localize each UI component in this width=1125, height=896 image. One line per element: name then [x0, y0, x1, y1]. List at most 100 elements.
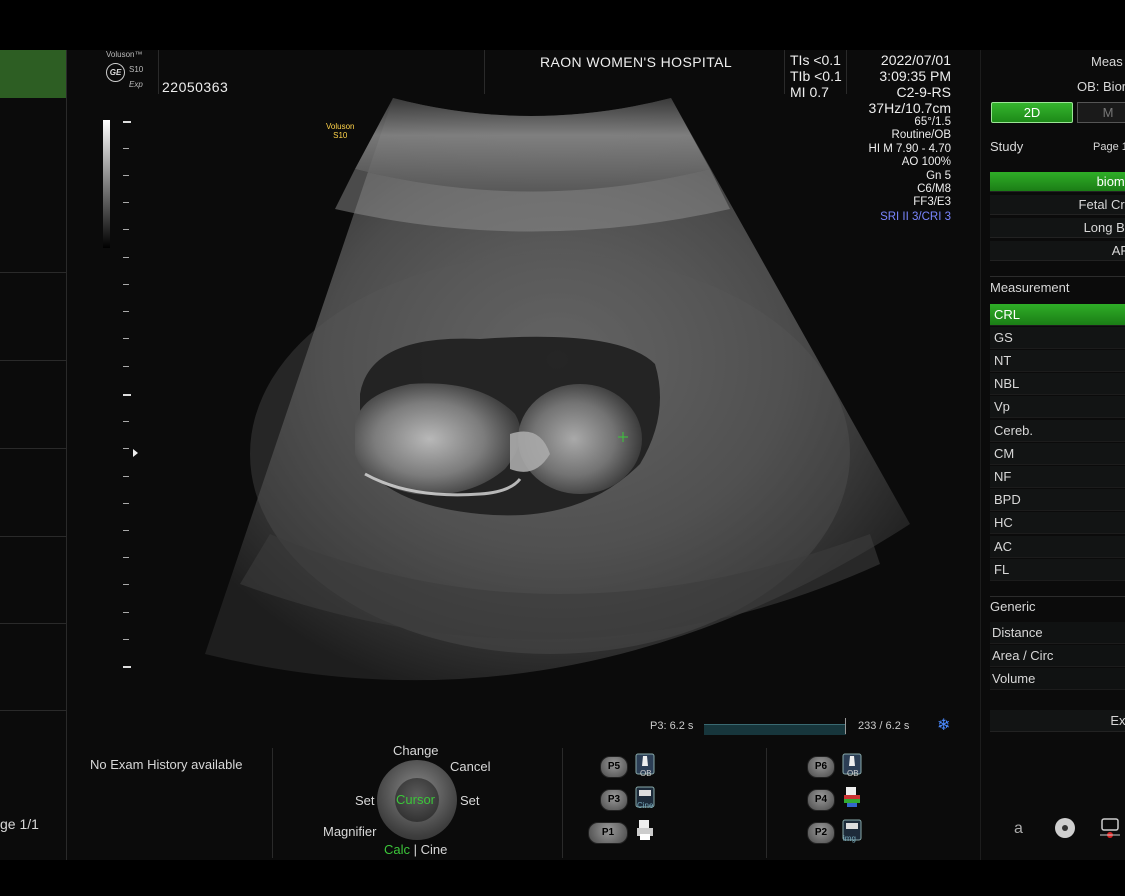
ultrasound-screen: ge 1/1 Voluson™ GE S10 Exp 22050363 RAON… [0, 50, 1125, 860]
measurement-item-fl[interactable]: FL [990, 559, 1125, 581]
depth-tick [123, 229, 129, 230]
logo-exp: Exp [129, 80, 143, 89]
p1-button[interactable]: P1 [588, 822, 628, 844]
panel-subtitle: OB: Bior [1077, 79, 1125, 94]
depth-tick [123, 612, 129, 613]
left-panel-cell[interactable] [0, 448, 66, 535]
trackball-cursor[interactable]: Cursor [396, 792, 435, 807]
network-status-icon[interactable] [1098, 816, 1122, 840]
depth-tick [123, 284, 129, 285]
measurement-item-nt[interactable]: NT [990, 350, 1125, 372]
measurement-item-gs[interactable]: GS [990, 327, 1125, 349]
left-panel-cell[interactable] [0, 623, 66, 710]
cine-progress[interactable] [704, 724, 846, 735]
section-divider [990, 596, 1125, 597]
section-divider [990, 276, 1125, 277]
study-item[interactable]: Long Bo [990, 218, 1125, 238]
depth-tick [123, 584, 129, 585]
depth-tick [123, 448, 129, 449]
left-panel-cell[interactable] [0, 536, 66, 623]
generic-item-area-circ[interactable]: Area / Circ [990, 645, 1125, 667]
measurement-item-hc[interactable]: HC [990, 512, 1125, 534]
measurement-item-crl[interactable]: CRL [990, 304, 1125, 326]
depth-tick [123, 476, 129, 477]
depth-tick [123, 202, 129, 203]
trackball-magnifier[interactable]: Magnifier [323, 824, 376, 839]
left-panel-cell[interactable] [0, 360, 66, 447]
bottom-divider [562, 748, 563, 858]
mode-m-button[interactable]: M [1077, 102, 1125, 123]
depth-tick [123, 338, 129, 339]
trackball-mode: Calc | Cine [384, 842, 447, 857]
depth-tick [123, 257, 129, 258]
freeze-snowflake-icon[interactable]: ❄ [937, 715, 950, 735]
left-panel-cell[interactable] [0, 272, 66, 359]
study-item[interactable]: biome [990, 172, 1125, 192]
ultrasound-image[interactable] [150, 94, 930, 694]
study-item[interactable]: Fetal Cra [990, 195, 1125, 215]
hospital-name: RAON WOMEN'S HOSPITAL [540, 54, 733, 70]
measurement-item-vp[interactable]: Vp [990, 396, 1125, 418]
trackball-change[interactable]: Change [393, 743, 439, 758]
depth-tick [123, 639, 129, 640]
grayscale-bar [103, 120, 110, 248]
left-page-indicator: ge 1/1 [0, 816, 39, 832]
p5-button[interactable]: P5 [600, 756, 628, 778]
depth-tick [123, 121, 131, 123]
generic-item-volume[interactable]: Volume [990, 668, 1125, 690]
left-panel: ge 1/1 [0, 50, 67, 860]
p2-button[interactable]: P2 [807, 822, 835, 844]
trackball-cancel[interactable]: Cancel [450, 759, 490, 774]
logo-brand: Voluson™ [106, 50, 143, 59]
exit-button[interactable]: Exit [990, 710, 1125, 732]
ge-logo-icon: GE [106, 63, 125, 82]
depth-tick [123, 666, 131, 668]
cine-loop-bar[interactable]: P3: 6.2 s 233 / 6.2 s [650, 718, 970, 738]
header-divider [846, 50, 847, 94]
measurement-item-bpd[interactable]: BPD [990, 489, 1125, 511]
bottom-divider [766, 748, 767, 858]
exam-history-status: No Exam History available [90, 757, 243, 772]
trackball-set-left[interactable]: Set [355, 793, 375, 808]
dvd-icon[interactable] [1054, 817, 1076, 839]
depth-tick [123, 530, 129, 531]
generic-item-distance[interactable]: Distance [990, 622, 1125, 644]
voluson-logo: Voluson™ GE S10 Exp [104, 50, 152, 92]
annotation-icon[interactable]: a [1014, 820, 1023, 838]
focus-marker-icon[interactable] [133, 449, 138, 457]
probe-label-model: S10 [333, 131, 348, 140]
measurement-item-cereb[interactable]: Cereb. [990, 420, 1125, 442]
measurement-label: Measurement [990, 280, 1070, 295]
p6-button[interactable]: P6 [807, 756, 835, 778]
cine-icon-label: Cine [637, 801, 654, 810]
depth-tick [123, 394, 131, 396]
mode-2d-button[interactable]: 2D [991, 102, 1073, 123]
trackball-cine[interactable]: Cine [421, 842, 448, 857]
depth-tick [123, 503, 129, 504]
p3-button[interactable]: P3 [600, 789, 628, 811]
img-icon-label: img [843, 834, 856, 843]
exam-time: 3:09:35 PM [879, 68, 951, 84]
probe-label-brand: Voluson [326, 122, 355, 131]
measurement-item-cm[interactable]: CM [990, 443, 1125, 465]
left-panel-cell[interactable] [0, 710, 66, 797]
left-active-tab[interactable] [0, 50, 66, 98]
trackball-set-right[interactable]: Set [460, 793, 480, 808]
probe-orientation-label: Voluson S10 [326, 122, 354, 140]
study-item[interactable]: AFI [990, 241, 1125, 261]
depth-tick [123, 421, 129, 422]
depth-tick [123, 366, 129, 367]
measurement-item-ac[interactable]: AC [990, 536, 1125, 558]
measurement-item-nf[interactable]: NF [990, 466, 1125, 488]
print-icon[interactable] [634, 818, 656, 842]
color-print-icon[interactable] [841, 785, 863, 809]
depth-tick [123, 557, 129, 558]
acoustic-safety-indices: TIs <0.1 TIb <0.1 MI 0.7 [790, 52, 842, 100]
p4-button[interactable]: P4 [807, 789, 835, 811]
bottom-divider [272, 748, 273, 858]
cine-frames: 233 / 6.2 s [858, 720, 910, 732]
trackball-calc[interactable]: Calc [384, 842, 410, 857]
measurement-item-nbl[interactable]: NBL [990, 373, 1125, 395]
tis-value: TIs <0.1 [790, 52, 841, 68]
cine-label: P3: 6.2 s [650, 720, 694, 732]
